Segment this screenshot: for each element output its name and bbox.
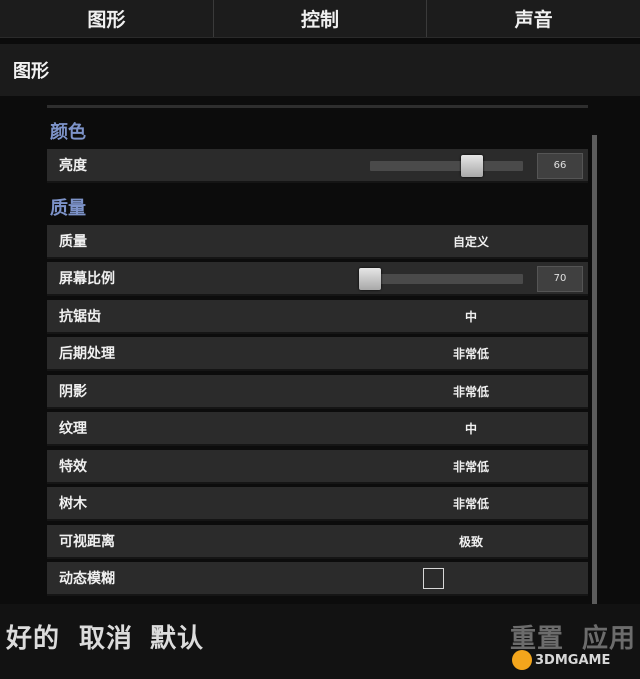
row-screen-scale: 屏幕比例 70 bbox=[47, 262, 588, 296]
effects-label: 特效 bbox=[59, 459, 87, 475]
textures-label: 纹理 bbox=[59, 421, 87, 437]
motion-blur-label: 动态模糊 bbox=[59, 571, 115, 587]
row-antialiasing[interactable]: 抗锯齿 中 bbox=[47, 300, 588, 334]
group-heading-quality: 质量 bbox=[50, 198, 86, 219]
brightness-slider-track[interactable] bbox=[370, 161, 523, 171]
screen-scale-label: 屏幕比例 bbox=[59, 271, 115, 287]
brightness-label: 亮度 bbox=[59, 158, 87, 174]
foliage-value[interactable]: 非常低 bbox=[377, 487, 565, 521]
row-quality[interactable]: 质量 自定义 bbox=[47, 225, 588, 259]
cancel-button[interactable]: 取消 bbox=[79, 618, 133, 655]
shadows-label: 阴影 bbox=[59, 384, 87, 400]
default-button[interactable]: 默认 bbox=[150, 618, 204, 655]
brightness-value[interactable]: 66 bbox=[537, 153, 583, 179]
row-view-distance[interactable]: 可视距离 极致 bbox=[47, 525, 588, 559]
watermark-logo-icon bbox=[512, 650, 532, 670]
tab-graphics[interactable]: 图形 bbox=[0, 0, 214, 37]
view-distance-label: 可视距离 bbox=[59, 534, 115, 550]
textures-value[interactable]: 中 bbox=[377, 412, 565, 446]
group-heading-color: 颜色 bbox=[50, 122, 86, 143]
screen-scale-slider-knob[interactable] bbox=[359, 268, 381, 290]
ok-button[interactable]: 好的 bbox=[6, 618, 60, 655]
panel-divider bbox=[47, 105, 588, 108]
view-distance-value[interactable]: 极致 bbox=[377, 525, 565, 559]
row-foliage[interactable]: 树木 非常低 bbox=[47, 487, 588, 521]
tab-sound[interactable]: 声音 bbox=[427, 0, 640, 37]
quality-value[interactable]: 自定义 bbox=[377, 225, 565, 259]
shadows-value[interactable]: 非常低 bbox=[377, 375, 565, 409]
panel-scrollbar[interactable] bbox=[592, 135, 597, 605]
watermark: 3DMGAME bbox=[512, 650, 610, 670]
top-tab-bar: 图形 控制 声音 bbox=[0, 0, 640, 38]
row-textures[interactable]: 纹理 中 bbox=[47, 412, 588, 446]
row-brightness: 亮度 66 bbox=[47, 149, 588, 183]
page-title: 图形 bbox=[0, 44, 640, 96]
brightness-slider-knob[interactable] bbox=[461, 155, 483, 177]
row-shadows[interactable]: 阴影 非常低 bbox=[47, 375, 588, 409]
quality-label: 质量 bbox=[59, 234, 87, 250]
screen-scale-slider-track[interactable] bbox=[370, 274, 523, 284]
settings-panel: 颜色 亮度 66 质量 质量 自定义 屏幕比例 70 抗锯齿 中 后期处理 非常… bbox=[0, 96, 640, 604]
row-motion-blur: 动态模糊 bbox=[47, 562, 588, 596]
foliage-label: 树木 bbox=[59, 496, 87, 512]
screen-scale-value[interactable]: 70 bbox=[537, 266, 583, 292]
post-processing-label: 后期处理 bbox=[59, 346, 115, 362]
motion-blur-checkbox[interactable] bbox=[423, 568, 444, 589]
antialiasing-label: 抗锯齿 bbox=[59, 309, 101, 325]
antialiasing-value[interactable]: 中 bbox=[377, 300, 565, 334]
row-effects[interactable]: 特效 非常低 bbox=[47, 450, 588, 484]
effects-value[interactable]: 非常低 bbox=[377, 450, 565, 484]
watermark-text: 3DMGAME bbox=[535, 652, 611, 668]
post-processing-value[interactable]: 非常低 bbox=[377, 337, 565, 371]
row-post-processing[interactable]: 后期处理 非常低 bbox=[47, 337, 588, 371]
tab-controls[interactable]: 控制 bbox=[214, 0, 428, 37]
